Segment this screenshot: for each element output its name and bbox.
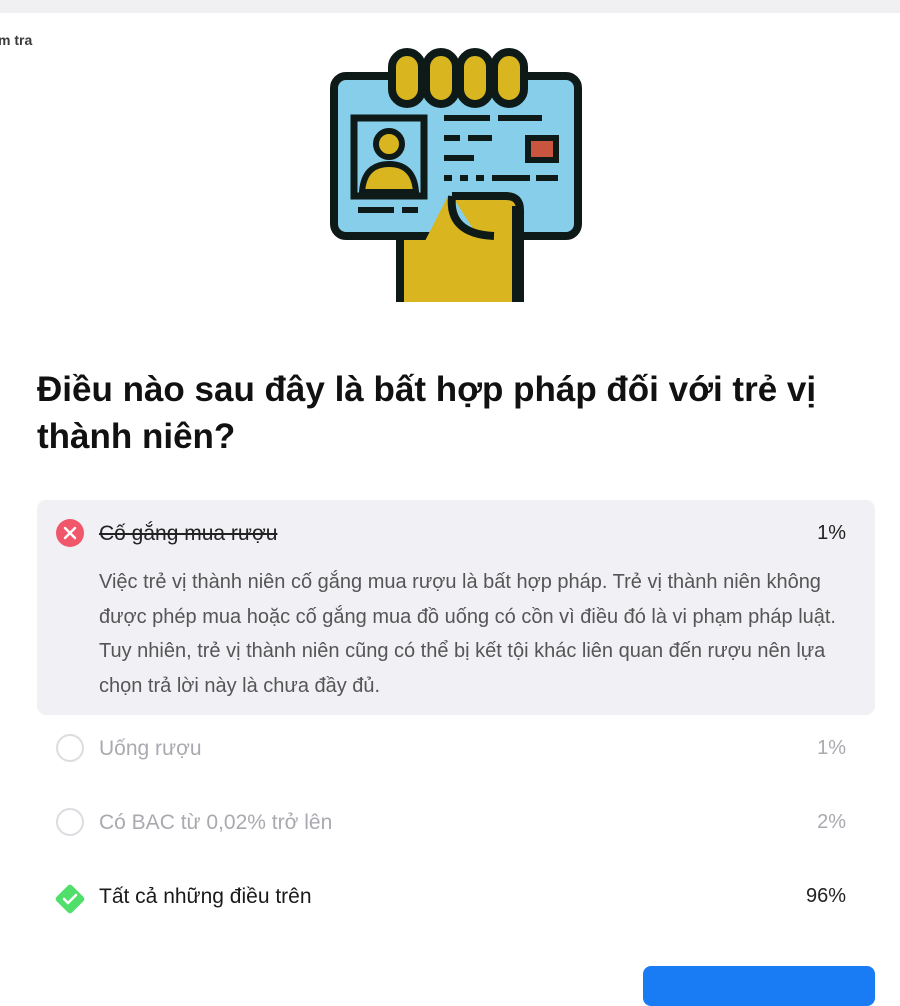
x-circle-icon [56,519,84,547]
answer-option-3[interactable]: Có BAC từ 0,02% trở lên 2% [37,789,875,863]
radio-circle-icon [56,734,84,762]
answer-option-4[interactable]: Tất cả những điều trên 96% [37,863,875,937]
answer-label: Cố gắng mua rượu [99,522,278,545]
answer-option-2[interactable]: Uống rượu 1% [37,715,875,789]
question-title: Điều nào sau đây là bất hợp pháp đối với… [37,370,817,456]
id-card-illustration [330,48,582,302]
answer-list: Cố gắng mua rượu 1% Việc trẻ vị thành ni… [37,500,875,937]
answer-percent: 1% [817,737,846,759]
answer-label: Uống rượu [99,737,202,760]
answer-label: Tất cả những điều trên [99,885,312,908]
answer-explanation: Việc trẻ vị thành niên cố gắng mua rượu … [99,571,836,697]
answer-percent: 96% [805,885,846,907]
breadcrumb[interactable]: m tra [0,32,32,48]
radio-circle-icon [56,808,84,836]
answer-percent: 2% [817,811,846,833]
continue-button[interactable] [643,966,875,1006]
answer-percent: 1% [817,522,846,544]
check-diamond-icon [53,882,87,916]
top-strip [0,0,900,13]
answer-label: Có BAC từ 0,02% trở lên [99,811,333,834]
answer-option-1[interactable]: Cố gắng mua rượu 1% Việc trẻ vị thành ni… [37,500,875,715]
